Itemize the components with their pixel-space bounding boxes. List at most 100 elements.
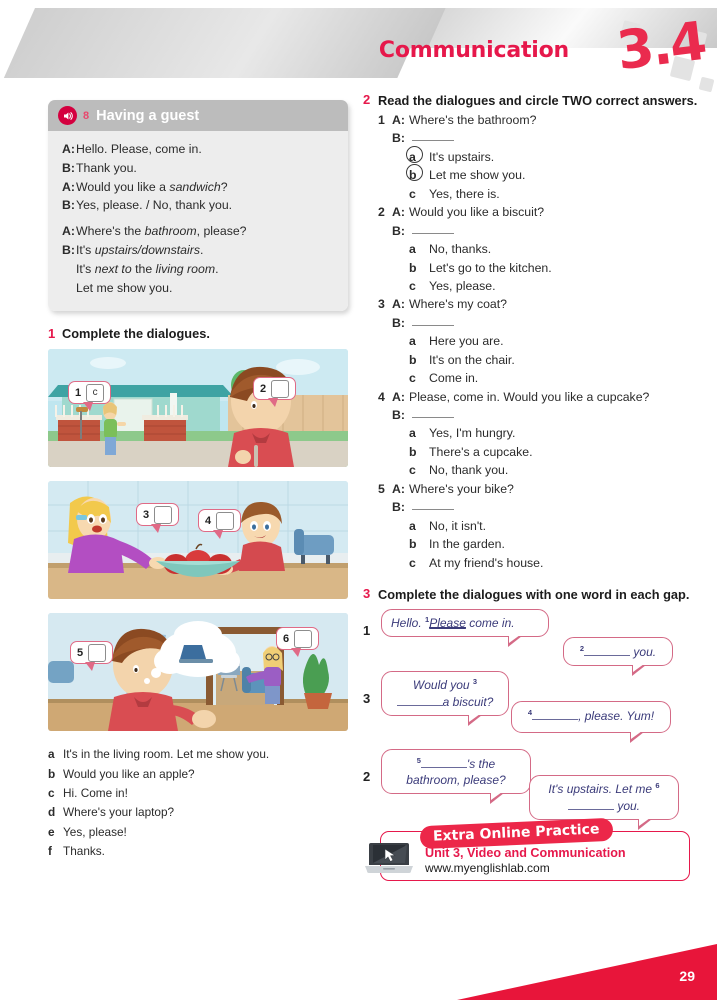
bubble-tail-fill (631, 730, 642, 739)
bubble-number: 3 (143, 508, 150, 521)
bubble-text: you. (613, 799, 640, 814)
dialogue-spacer (62, 215, 334, 222)
answer-bubble[interactable]: 1 c (68, 381, 112, 412)
option-text: Hi. Come in! (63, 786, 128, 801)
answer-box[interactable] (216, 511, 235, 530)
bubble-number: 4 (205, 514, 212, 527)
answer-bubble[interactable]: 2 (253, 377, 297, 408)
answer-bubble[interactable]: 4 (198, 509, 242, 540)
answer-option[interactable]: b There's a cupcake. (409, 443, 703, 461)
exercise-3-instruction: Complete the dialogues with one word in … (378, 586, 690, 602)
answer-option[interactable]: a Here you are. (409, 332, 703, 350)
option-text: Yes, please! (63, 824, 127, 839)
dialogue-answer-blank[interactable]: B: (392, 222, 703, 240)
answer-option[interactable]: c Yes, there is. (409, 185, 703, 203)
model-dialogue-line: Let me show you. (62, 279, 334, 298)
gap-blank[interactable] (396, 693, 443, 707)
gap-blank[interactable] (584, 643, 631, 656)
dialogue-item: 5 A: Where's your bike? B: a No, it isn't. b In… (378, 480, 703, 572)
answer-key[interactable]: b (409, 351, 429, 369)
answer-key[interactable]: a (409, 240, 429, 258)
dialogue-speaker: B: (62, 198, 75, 213)
answer-key[interactable]: b (409, 443, 429, 461)
dialogue-answer-blank[interactable]: B: (392, 314, 703, 332)
speech-bubble-b[interactable]: It's upstairs. Let me 6 you. (529, 774, 679, 831)
speech-bubble-b[interactable]: 2 you. (563, 636, 673, 677)
answer-text: At my friend's house. (429, 555, 544, 570)
answer-option[interactable]: b It's on the chair. (409, 351, 703, 369)
speaker-a: A: (392, 481, 405, 496)
dialogue-answer-blank[interactable]: B: (392, 498, 703, 516)
answer-bubble[interactable]: 3 (136, 503, 180, 534)
answer-box[interactable] (88, 643, 107, 662)
answer-option[interactable]: a Yes, I'm hungry. (409, 424, 703, 442)
dialogue-answer-blank[interactable]: B: (392, 406, 703, 424)
answer-option[interactable]: b Let me show you. (406, 164, 703, 184)
gap-blank[interactable] (420, 755, 467, 768)
answer-key[interactable]: c (409, 277, 429, 295)
answer-key[interactable]: c (409, 369, 429, 387)
item-number: 3 (378, 297, 385, 312)
answer-key[interactable]: a (409, 332, 429, 350)
dialogue-question: 2 A: Would you like a biscuit? (378, 203, 703, 221)
answer-key[interactable]: c (409, 554, 429, 572)
dialogue-answer-blank[interactable]: B: (392, 129, 703, 147)
answer-option[interactable]: c Yes, please. (409, 277, 703, 295)
bubble-number: 1 (75, 386, 82, 399)
answer-option[interactable]: a No, it isn't. (409, 517, 703, 535)
answer-blank[interactable] (412, 498, 454, 511)
gap-filled-answer[interactable]: Please (429, 615, 466, 630)
answer-text: No, it isn't. (429, 518, 487, 533)
question-text: Please, come in. Would you like a cupcak… (409, 389, 650, 404)
answer-key[interactable]: a (409, 424, 429, 442)
answer-key[interactable]: b (409, 535, 429, 553)
answer-blank[interactable] (412, 129, 454, 142)
answer-box[interactable] (271, 379, 290, 398)
illustration-outside-house: 1 c 2 (48, 349, 348, 468)
speech-bubble-b[interactable]: 4, please. Yum! (511, 700, 671, 743)
gap-blank[interactable] (567, 797, 614, 811)
model-dialogue-box: 8 Having a guest A: Hello. Please, come i… (48, 100, 348, 311)
answer-box[interactable] (294, 629, 313, 648)
extra-online-practice-url[interactable]: www.myenglishlab.com (425, 861, 550, 875)
answer-blank[interactable] (412, 406, 454, 419)
answer-option[interactable]: b In the garden. (409, 535, 703, 553)
answer-option[interactable]: a No, thanks. (409, 240, 703, 258)
speaker-a: A: (392, 297, 405, 312)
answer-box[interactable] (154, 505, 173, 524)
answer-option[interactable]: c At my friend's house. (409, 554, 703, 572)
speech-bubble-a[interactable]: 5's the bathroom, please? (381, 748, 531, 805)
answer-blank[interactable] (412, 222, 454, 234)
dialogue-speaker: A: (62, 142, 75, 156)
answer-key[interactable]: c (409, 185, 429, 203)
answer-option[interactable]: b Let's go to the kitchen. (409, 259, 703, 277)
answer-bubble[interactable]: 5 (70, 641, 114, 672)
gap-blank[interactable] (532, 707, 579, 720)
list-item: e Yes, please! (48, 823, 348, 842)
speaker-icon[interactable] (58, 106, 77, 125)
answer-box[interactable]: c (86, 383, 105, 402)
answer-key-circled[interactable]: b (406, 164, 429, 184)
dialogue-number: 3 (363, 690, 371, 706)
speech-bubble-a[interactable]: Hello. 1Please come in. (381, 608, 549, 648)
model-dialogue-line: A: Hello. Please, come in. (62, 140, 334, 159)
speech-bubble-a[interactable]: Would you 3 a biscuit? (381, 670, 509, 727)
answer-key[interactable]: b (409, 259, 429, 277)
item-number: 5 (378, 481, 385, 496)
answer-key[interactable]: c (409, 461, 429, 479)
answer-blank[interactable] (412, 314, 454, 326)
page-number-triangle (457, 944, 717, 1000)
answer-option[interactable]: c No, thank you. (409, 461, 703, 479)
answer-option[interactable]: c Come in. (409, 369, 703, 387)
page-title: Communication (378, 38, 569, 63)
list-item: c Hi. Come in! (48, 784, 348, 803)
dialogue-text: Let me show you. (76, 280, 173, 295)
answer-bubble[interactable]: 6 (276, 627, 320, 658)
speaker-b: B: (392, 315, 405, 330)
answer-key[interactable]: a (409, 517, 429, 535)
answer-text: Come in. (429, 371, 479, 386)
dialogue-number: 2 (363, 768, 371, 784)
exercise-2-instruction: Read the dialogues and circle TWO correc… (378, 93, 698, 108)
model-dialogue-title: Having a guest (96, 107, 200, 124)
answer-option[interactable]: a It's upstairs. (406, 145, 703, 166)
